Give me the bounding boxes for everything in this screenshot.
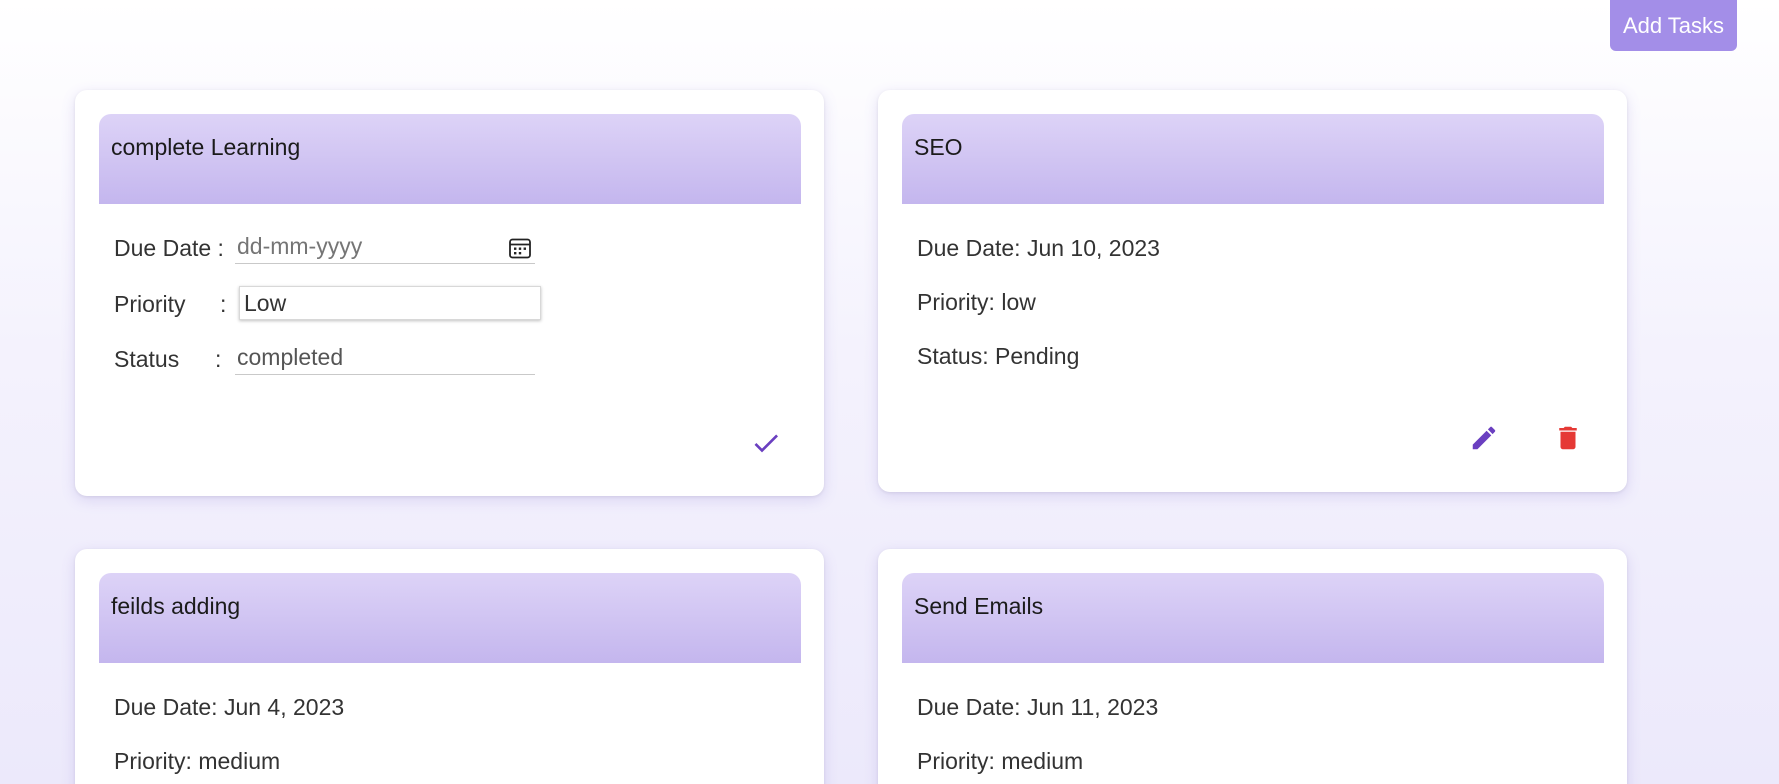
task-due-date: Due Date: Jun 11, 2023	[917, 694, 1159, 720]
task-priority: Priority: low	[917, 289, 1036, 315]
status-input[interactable]	[235, 341, 535, 375]
task-card: feilds adding Due Date: Jun 4, 2023 Prio…	[75, 549, 824, 784]
task-due-date: Due Date: Jun 10, 2023	[917, 235, 1160, 261]
task-board: Add Tasks complete Learning Due Date : P…	[0, 0, 1779, 784]
priority-label: Priority	[114, 291, 186, 317]
priority-colon: :	[220, 291, 227, 317]
task-title: SEO	[914, 134, 963, 160]
pencil-icon[interactable]	[1466, 420, 1502, 456]
task-card-header: feilds adding	[99, 573, 801, 663]
task-card: SEO Due Date: Jun 10, 2023 Priority: low…	[878, 90, 1627, 492]
calendar-icon[interactable]	[508, 236, 532, 260]
add-tasks-button[interactable]: Add Tasks	[1610, 0, 1737, 51]
due-date-input[interactable]	[235, 230, 535, 264]
check-icon[interactable]	[748, 425, 784, 461]
task-status: Status: Pending	[917, 343, 1080, 369]
task-priority: Priority: medium	[917, 748, 1084, 774]
trash-icon[interactable]	[1550, 420, 1586, 456]
priority-input[interactable]	[239, 286, 541, 320]
task-card-header: SEO	[902, 114, 1604, 204]
task-title: Send Emails	[914, 593, 1044, 619]
due-date-label: Due Date :	[114, 235, 224, 261]
task-due-date: Due Date: Jun 4, 2023	[114, 694, 345, 720]
status-colon: :	[215, 346, 222, 372]
task-priority: Priority: medium	[114, 748, 281, 774]
task-card-header: complete Learning	[99, 114, 801, 204]
task-card: Send Emails Due Date: Jun 11, 2023 Prior…	[878, 549, 1627, 784]
task-card-edit: complete Learning Due Date : Priority : …	[75, 90, 824, 496]
task-card-header: Send Emails	[902, 573, 1604, 663]
status-label: Status	[114, 346, 180, 372]
task-title: complete Learning	[111, 134, 301, 160]
task-title: feilds adding	[111, 593, 241, 619]
